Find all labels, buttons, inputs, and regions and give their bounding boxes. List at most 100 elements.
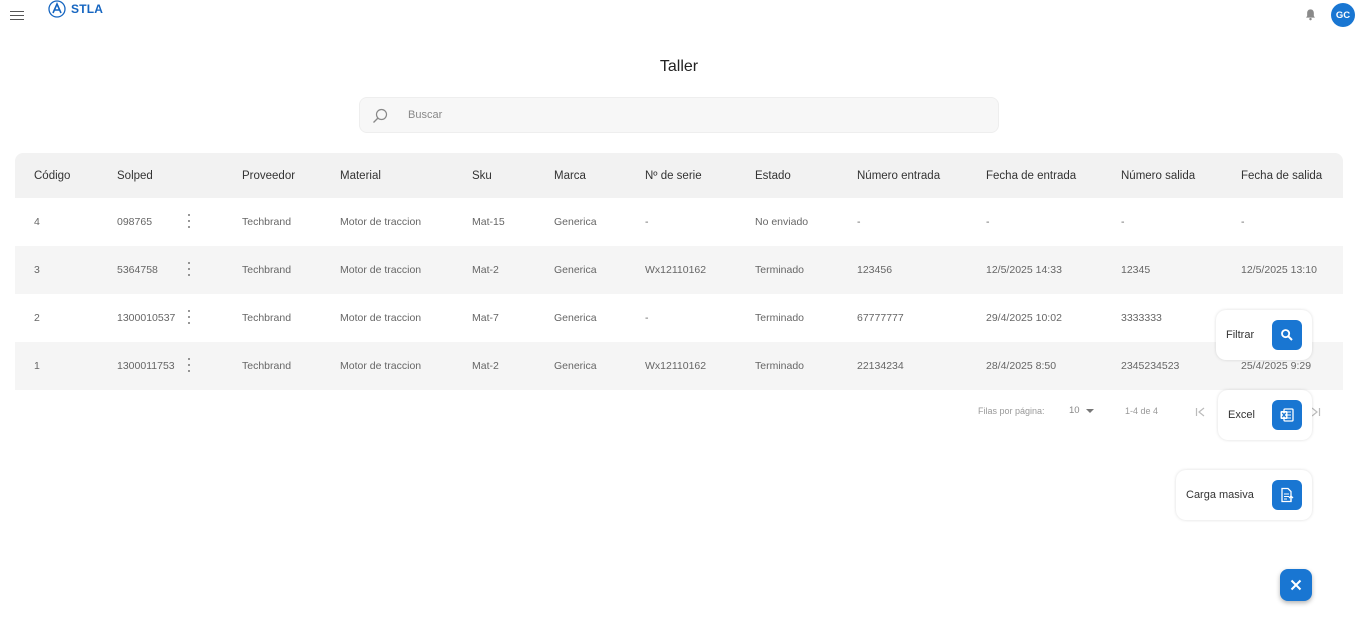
cell-numero-salida: 3333333: [1121, 312, 1162, 324]
cell-solped: 1300010537: [117, 312, 176, 324]
col-material[interactable]: Material: [340, 170, 381, 182]
close-speed-dial-button[interactable]: [1280, 569, 1312, 601]
search-input[interactable]: [408, 106, 968, 124]
cell-codigo: 2: [34, 312, 40, 324]
filter-label: Filtrar: [1226, 329, 1255, 341]
more-vert-icon[interactable]: [185, 357, 193, 373]
col-sku[interactable]: Sku: [472, 170, 492, 182]
cell-sku: Mat-2: [472, 360, 499, 372]
col-marca[interactable]: Marca: [554, 170, 586, 182]
table-row[interactable]: 2 1300010537 Techbrand Motor de traccion…: [15, 294, 1343, 342]
cell-fecha-salida: 12/5/2025 13:10: [1241, 264, 1317, 276]
cell-solped: 5364758: [117, 264, 158, 276]
close-icon: [1290, 579, 1302, 591]
cell-numero-entrada: 22134234: [857, 360, 904, 372]
table-header: Código Solped Proveedor Material Sku Mar…: [15, 153, 1343, 198]
menu-icon[interactable]: [10, 11, 24, 23]
logo[interactable]: STLA: [48, 0, 103, 18]
more-vert-icon[interactable]: [185, 261, 193, 277]
cell-codigo: 1: [34, 360, 40, 372]
col-proveedor[interactable]: Proveedor: [242, 170, 295, 182]
first-page-icon[interactable]: [1194, 406, 1206, 418]
cell-estado: No enviado: [755, 216, 809, 228]
cell-numero-entrada: -: [857, 216, 861, 228]
excel-label: Excel: [1228, 409, 1255, 421]
search-bar: [359, 97, 999, 133]
col-fecha-entrada[interactable]: Fecha de entrada: [986, 170, 1076, 182]
cell-fecha-salida: -: [1241, 216, 1245, 228]
cell-numero-serie: Wx12110162: [645, 264, 707, 276]
taller-table: Código Solped Proveedor Material Sku Mar…: [15, 153, 1343, 390]
cell-sku: Mat-15: [472, 216, 505, 228]
col-codigo[interactable]: Código: [34, 170, 70, 182]
cell-numero-salida: 2345234523: [1121, 360, 1180, 372]
cell-fecha-entrada: 12/5/2025 14:33: [986, 264, 1062, 276]
cell-proveedor: Techbrand: [242, 312, 292, 324]
cell-sku: Mat-2: [472, 264, 499, 276]
col-numero-serie[interactable]: Nº de serie: [645, 170, 702, 182]
page-title: Taller: [659, 58, 699, 75]
cell-numero-serie: -: [645, 216, 649, 228]
filter-action[interactable]: Filtrar: [1216, 310, 1312, 360]
col-fecha-salida[interactable]: Fecha de salida: [1241, 170, 1322, 182]
cell-numero-entrada: 123456: [857, 264, 893, 276]
table-row[interactable]: 3 5364758 Techbrand Motor de traccion Ma…: [15, 246, 1343, 294]
more-vert-icon[interactable]: [185, 213, 193, 229]
cell-solped: 098765: [117, 216, 153, 228]
bell-icon[interactable]: [1304, 8, 1317, 21]
table-row[interactable]: 4 098765 Techbrand Motor de traccion Mat…: [15, 198, 1343, 246]
rows-per-page-select[interactable]: 10: [1069, 405, 1094, 416]
filter-button[interactable]: [1272, 320, 1302, 350]
pagination-range: 1-4 de 4: [1125, 406, 1159, 416]
bulk-upload-button[interactable]: [1272, 480, 1302, 510]
rows-per-page-value: 10: [1069, 405, 1080, 416]
cell-marca: Generica: [554, 216, 597, 228]
col-estado[interactable]: Estado: [755, 170, 791, 182]
cell-fecha-entrada: 29/4/2025 10:02: [986, 312, 1062, 324]
cell-material: Motor de traccion: [340, 264, 422, 276]
cell-codigo: 3: [34, 264, 40, 276]
cell-estado: Terminado: [755, 360, 805, 372]
cell-proveedor: Techbrand: [242, 216, 292, 228]
cell-estado: Terminado: [755, 312, 805, 324]
cell-fecha-entrada: 28/4/2025 8:50: [986, 360, 1057, 372]
excel-button[interactable]: [1272, 400, 1302, 430]
cell-numero-salida: 12345: [1121, 264, 1151, 276]
rows-per-page-label: Filas por página:: [978, 406, 1045, 416]
cell-marca: Generica: [554, 264, 597, 276]
cell-estado: Terminado: [755, 264, 805, 276]
caret-down-icon: [1085, 408, 1094, 413]
cell-numero-serie: Wx12110162: [645, 360, 707, 372]
col-solped[interactable]: Solped: [117, 170, 153, 182]
table-row[interactable]: 1 1300011753 Techbrand Motor de traccion…: [15, 342, 1343, 390]
cell-proveedor: Techbrand: [242, 264, 292, 276]
search-icon: [1281, 329, 1293, 341]
cell-sku: Mat-7: [472, 312, 499, 324]
col-numero-salida[interactable]: Número salida: [1121, 170, 1195, 182]
avatar[interactable]: GC: [1331, 3, 1355, 27]
bulk-upload-label: Carga masiva: [1186, 489, 1254, 501]
logo-icon: [48, 0, 66, 18]
cell-fecha-salida: 25/4/2025 9:29: [1241, 360, 1312, 372]
bulk-upload-action[interactable]: Carga masiva: [1176, 470, 1312, 520]
excel-action[interactable]: Excel: [1218, 390, 1312, 440]
cell-proveedor: Techbrand: [242, 360, 292, 372]
cell-material: Motor de traccion: [340, 360, 422, 372]
cell-material: Motor de traccion: [340, 216, 422, 228]
cell-numero-salida: -: [1121, 216, 1125, 228]
cell-marca: Generica: [554, 360, 597, 372]
cell-material: Motor de traccion: [340, 312, 422, 324]
col-numero-entrada[interactable]: Número entrada: [857, 170, 940, 182]
cell-fecha-entrada: -: [986, 216, 990, 228]
cell-numero-entrada: 67777777: [857, 312, 904, 324]
brand-name: STLA: [71, 2, 104, 16]
more-vert-icon[interactable]: [185, 309, 193, 325]
top-bar: STLA GC: [0, 0, 1358, 32]
cell-codigo: 4: [34, 216, 40, 228]
search-icon: [373, 108, 388, 123]
excel-icon: [1280, 408, 1294, 422]
document-upload-icon: [1281, 487, 1294, 503]
cell-numero-serie: -: [645, 312, 649, 324]
cell-marca: Generica: [554, 312, 597, 324]
cell-solped: 1300011753: [117, 360, 175, 372]
